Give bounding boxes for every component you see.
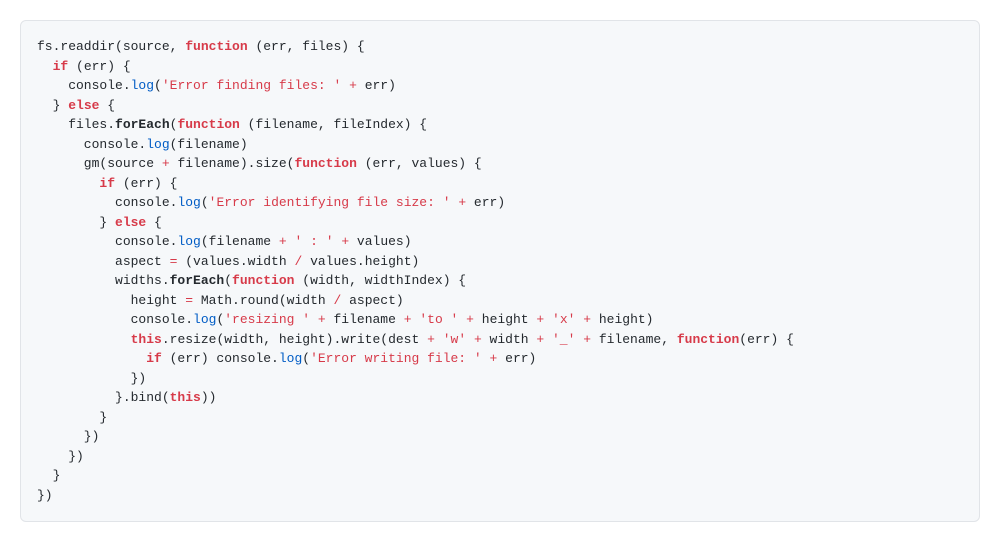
code-content: fs.readdir(source, function (err, files)… [37,37,963,505]
code-block: fs.readdir(source, function (err, files)… [20,20,980,522]
code-lines: fs.readdir(source, function (err, files)… [37,39,794,503]
